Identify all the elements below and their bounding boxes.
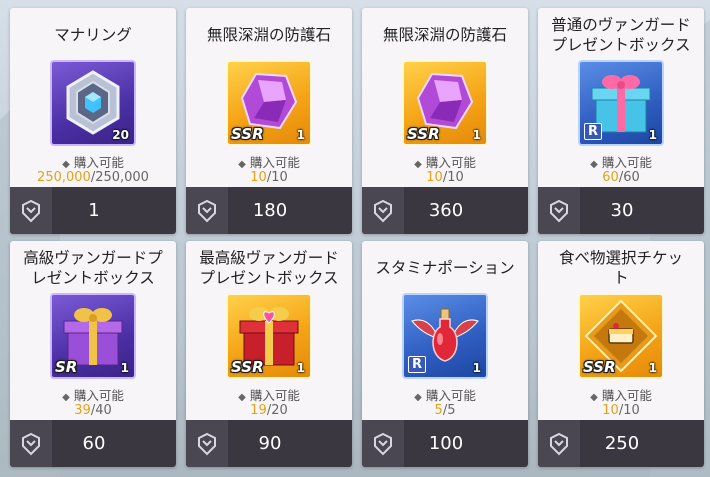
price-amount: 180 bbox=[252, 200, 288, 221]
item-name: 高級ヴァンガードプ レゼントボックス bbox=[23, 249, 163, 287]
buy-button[interactable]: 1 bbox=[10, 187, 176, 234]
buy-button[interactable]: 250 bbox=[538, 420, 704, 467]
shop-item-card[interactable]: スタミナポーション R 1 ◆ 購入可能 5/5 100 bbox=[362, 241, 528, 467]
price-amount: 360 bbox=[428, 200, 464, 221]
stock-count: 19/20 bbox=[250, 403, 288, 418]
protection-stone-icon: SSR 1 bbox=[226, 60, 312, 146]
stock-count: 39/40 bbox=[74, 403, 112, 418]
currency-medal-icon bbox=[186, 420, 228, 467]
buy-button[interactable]: 60 bbox=[10, 420, 176, 467]
item-name: 無限深淵の防護石 bbox=[206, 26, 331, 44]
item-name: 最高級ヴァンガード プレゼントボックス bbox=[199, 249, 339, 287]
shop-item-card[interactable]: 無限深淵の防護石 SSR 1 ◆ 購入可能 10/10 180 bbox=[186, 8, 352, 234]
currency-medal-icon bbox=[10, 187, 52, 234]
currency-medal-icon bbox=[186, 187, 228, 234]
shop-item-grid: マナリング 20 ◆ 購入可能 250,000/250,000 1 無限深淵の防護… bbox=[10, 8, 704, 467]
gift-box-icon: R 1 bbox=[578, 60, 664, 146]
stock-count: 60/60 bbox=[602, 170, 640, 185]
purchase-available-label: 購入可能 bbox=[249, 388, 300, 403]
item-name: 普通のヴァンガード プレゼントボックス bbox=[551, 16, 691, 54]
item-quantity: 1 bbox=[648, 361, 657, 375]
rarity-badge: SSR bbox=[231, 358, 264, 376]
shop-item-card[interactable]: マナリング 20 ◆ 購入可能 250,000/250,000 1 bbox=[10, 8, 176, 234]
gift-box-icon: SR 1 bbox=[50, 293, 136, 379]
rarity-badge: R bbox=[408, 356, 427, 373]
shop-item-card[interactable]: 無限深淵の防護石 SSR 1 ◆ 購入可能 10/10 360 bbox=[362, 8, 528, 234]
buy-button[interactable]: 360 bbox=[362, 187, 528, 234]
price-amount: 90 bbox=[258, 433, 282, 454]
purchase-available-label: 購入可能 bbox=[73, 155, 124, 170]
purchase-available-label: 購入可能 bbox=[249, 155, 300, 170]
purchase-available-label: 購入可能 bbox=[73, 388, 124, 403]
currency-medal-icon bbox=[10, 420, 52, 467]
protection-stone-icon: SSR 1 bbox=[402, 60, 488, 146]
stamina-potion-icon: R 1 bbox=[402, 293, 488, 379]
stock-count: 10/10 bbox=[602, 403, 640, 418]
stock-count: 10/10 bbox=[426, 170, 464, 185]
purchase-available-label: 購入可能 bbox=[601, 155, 652, 170]
rarity-badge: SSR bbox=[231, 125, 264, 143]
currency-medal-icon bbox=[362, 187, 404, 234]
item-quantity: 1 bbox=[296, 361, 305, 375]
currency-medal-icon bbox=[362, 420, 404, 467]
gift-box-icon: SSR 1 bbox=[226, 293, 312, 379]
purchase-available-label: 購入可能 bbox=[425, 388, 476, 403]
diamond-bullet-icon: ◆ bbox=[238, 159, 246, 170]
item-quantity: 20 bbox=[112, 128, 129, 142]
item-quantity: 1 bbox=[472, 128, 481, 142]
shop-item-card[interactable]: 最高級ヴァンガード プレゼントボックス SSR 1 ◆ 購入可能 19/20 9… bbox=[186, 241, 352, 467]
diamond-bullet-icon: ◆ bbox=[590, 159, 598, 170]
purchase-available-label: 購入可能 bbox=[425, 155, 476, 170]
stock-count: 250,000/250,000 bbox=[37, 170, 149, 185]
diamond-bullet-icon: ◆ bbox=[62, 159, 70, 170]
item-quantity: 1 bbox=[296, 128, 305, 142]
price-amount: 250 bbox=[604, 433, 640, 454]
diamond-bullet-icon: ◆ bbox=[590, 392, 598, 403]
item-name: スタミナポーション bbox=[375, 259, 515, 277]
buy-button[interactable]: 90 bbox=[186, 420, 352, 467]
item-quantity: 1 bbox=[472, 361, 481, 375]
buy-button[interactable]: 180 bbox=[186, 187, 352, 234]
price-amount: 1 bbox=[88, 200, 100, 221]
price-amount: 60 bbox=[82, 433, 106, 454]
rarity-badge: SSR bbox=[407, 125, 440, 143]
stock-count: 10/10 bbox=[250, 170, 288, 185]
currency-medal-icon bbox=[538, 187, 580, 234]
diamond-bullet-icon: ◆ bbox=[238, 392, 246, 403]
shop-item-card[interactable]: 高級ヴァンガードプ レゼントボックス SR 1 ◆ 購入可能 39/40 60 bbox=[10, 241, 176, 467]
item-quantity: 1 bbox=[120, 361, 129, 375]
purchase-available-label: 購入可能 bbox=[601, 388, 652, 403]
item-name: 食べ物選択チケッ ト bbox=[558, 249, 683, 287]
rarity-badge: SSR bbox=[583, 358, 616, 376]
diamond-bullet-icon: ◆ bbox=[414, 392, 422, 403]
buy-button[interactable]: 100 bbox=[362, 420, 528, 467]
shop-item-card[interactable]: 普通のヴァンガード プレゼントボックス R 1 ◆ 購入可能 60/60 30 bbox=[538, 8, 704, 234]
mana-ring-icon: 20 bbox=[50, 60, 136, 146]
stock-count: 5/5 bbox=[434, 403, 456, 418]
food-ticket-icon: SSR 1 bbox=[578, 293, 664, 379]
item-quantity: 1 bbox=[648, 128, 657, 142]
item-name: 無限深淵の防護石 bbox=[382, 26, 507, 44]
diamond-bullet-icon: ◆ bbox=[62, 392, 70, 403]
price-amount: 30 bbox=[610, 200, 634, 221]
item-name: マナリング bbox=[54, 26, 132, 44]
diamond-bullet-icon: ◆ bbox=[414, 159, 422, 170]
buy-button[interactable]: 30 bbox=[538, 187, 704, 234]
rarity-badge: SR bbox=[55, 358, 78, 376]
shop-item-card[interactable]: 食べ物選択チケッ ト SSR 1 ◆ 購入可能 10/10 250 bbox=[538, 241, 704, 467]
currency-medal-icon bbox=[538, 420, 580, 467]
rarity-badge: R bbox=[584, 123, 603, 140]
price-amount: 100 bbox=[428, 433, 464, 454]
